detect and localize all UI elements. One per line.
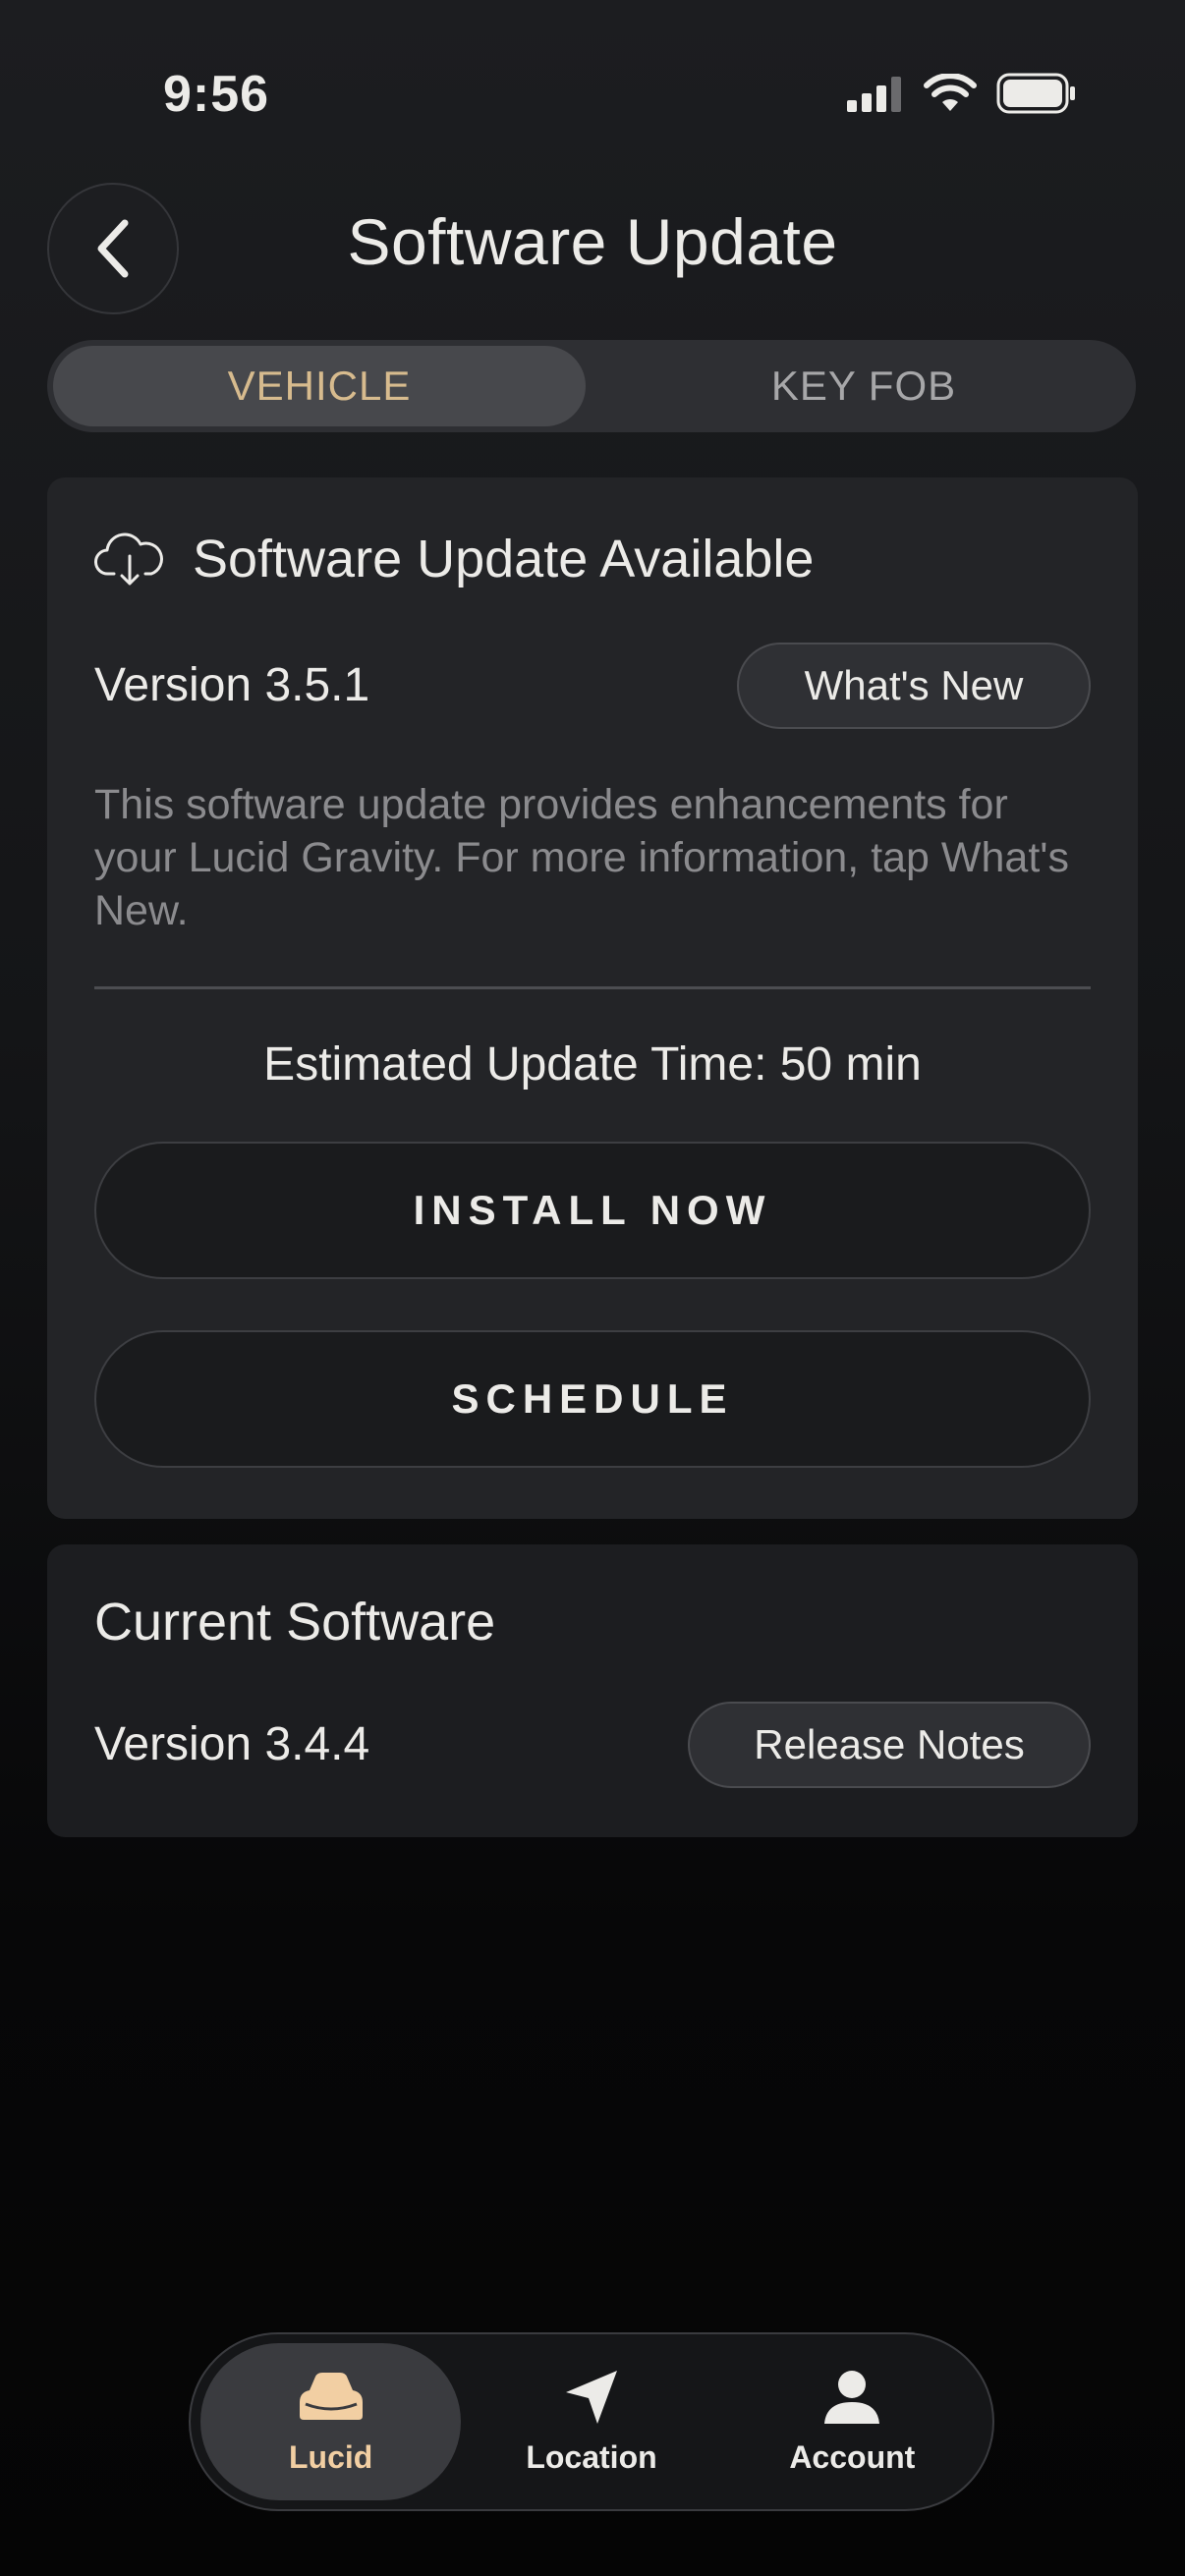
nav-label-location: Location <box>526 2438 657 2475</box>
current-software-card: Current Software Version 3.4.4 Release N… <box>47 1544 1138 1837</box>
release-notes-button[interactable]: Release Notes <box>688 1702 1091 1788</box>
nav-item-account[interactable]: Account <box>722 2343 983 2500</box>
current-version-label: Version 3.4.4 <box>94 1718 370 1770</box>
new-version-label: Version 3.5.1 <box>94 659 370 711</box>
tab-vehicle[interactable]: VEHICLE <box>53 346 586 426</box>
update-title-row: Software Update Available <box>94 529 814 589</box>
whats-new-button[interactable]: What's New <box>737 643 1091 729</box>
divider <box>94 986 1091 989</box>
battery-icon <box>996 73 1075 114</box>
tab-switcher: VEHICLE KEY FOB <box>47 340 1136 432</box>
navigation-arrow-icon <box>565 2370 617 2424</box>
cloud-download-icon <box>94 532 163 586</box>
update-description: This software update provides enhancemen… <box>94 781 1069 934</box>
status-time: 9:56 <box>163 66 270 123</box>
software-update-card: Software Update Available Version 3.5.1 … <box>47 477 1138 1519</box>
nav-item-lucid[interactable]: Lucid <box>200 2343 462 2500</box>
signal-icon <box>847 77 901 112</box>
bottom-nav: Lucid Location Account <box>189 2332 994 2511</box>
update-title: Software Update Available <box>193 530 815 588</box>
page-title: Software Update <box>347 205 838 278</box>
nav-item-location[interactable]: Location <box>461 2343 721 2500</box>
person-icon <box>824 2370 880 2424</box>
current-software-title: Current Software <box>94 1593 496 1652</box>
nav-label-lucid: Lucid <box>289 2438 373 2475</box>
car-icon <box>299 2372 363 2420</box>
estimated-update-time: Estimated Update Time: 50 min <box>263 1038 922 1091</box>
schedule-button[interactable]: SCHEDULE <box>94 1330 1091 1468</box>
tab-key-fob[interactable]: KEY FOB <box>597 346 1130 426</box>
status-icons <box>847 73 1077 114</box>
wifi-icon <box>924 74 977 111</box>
install-now-button[interactable]: INSTALL NOW <box>94 1142 1091 1279</box>
nav-label-account: Account <box>789 2438 916 2475</box>
